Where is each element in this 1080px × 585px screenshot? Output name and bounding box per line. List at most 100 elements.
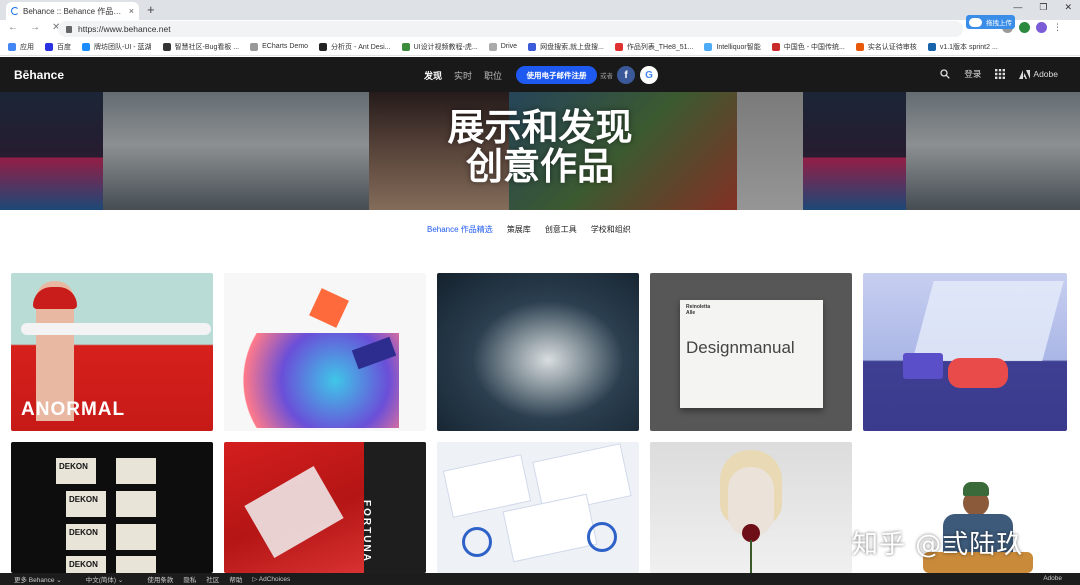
bookmark-favicon-icon xyxy=(528,42,537,51)
browser-tab[interactable]: Behance :: Behance 作品精选 × xyxy=(6,2,139,20)
footer-terms[interactable]: 使用条款 xyxy=(147,574,173,584)
upload-badge[interactable]: 拖拽上传 xyxy=(966,15,1015,29)
bookmark-favicon-icon xyxy=(250,42,259,51)
login-link[interactable]: 登录 xyxy=(964,68,981,80)
facebook-icon[interactable]: f xyxy=(617,66,635,84)
url-input[interactable]: https://www.behance.net xyxy=(58,21,963,37)
close-tab-icon[interactable]: × xyxy=(129,6,134,16)
behance-logo[interactable]: Bēhance xyxy=(14,68,64,82)
bookmark-item[interactable]: 百度 xyxy=(45,42,71,52)
logo-circle xyxy=(462,527,492,557)
dekon-label: DEKON xyxy=(69,528,98,537)
bookmark-favicon-icon xyxy=(162,42,171,51)
bookmark-label: 百度 xyxy=(57,43,71,51)
bookmark-item[interactable]: Intelliquor智能 xyxy=(704,42,761,52)
card-window xyxy=(912,281,1064,361)
bookmark-label: 分析页 - Ant Desi... xyxy=(331,43,391,51)
bookmark-label: 中国色 - 中国传统... xyxy=(783,43,845,51)
footer-help[interactable]: 帮助 xyxy=(229,574,242,584)
footer-privacy[interactable]: 隐私 xyxy=(183,574,196,584)
footer-adchoices[interactable]: ▷ AdChoices xyxy=(252,575,290,583)
email-signup-button[interactable]: 使用电子邮件注册 xyxy=(516,66,597,84)
bookmark-item[interactable]: ECharts Demo xyxy=(250,42,309,51)
card-shape xyxy=(309,288,349,328)
upload-badge-label: 拖拽上传 xyxy=(986,20,1012,27)
nav-discover[interactable]: 发现 xyxy=(424,69,442,82)
project-card[interactable] xyxy=(650,442,852,573)
dekon-label: DEKON xyxy=(69,560,98,569)
bookmark-label: UI设计视频教程-虎... xyxy=(413,43,478,51)
bookmark-label: Intelliquor智能 xyxy=(716,43,761,51)
nav-jobs[interactable]: 职位 xyxy=(484,69,502,82)
extension-icon[interactable] xyxy=(1019,22,1030,33)
tab-schools[interactable]: 学校和组织 xyxy=(591,224,631,235)
new-tab-button[interactable]: + xyxy=(147,2,155,17)
hero-title-line1: 展示和发现 xyxy=(447,106,633,149)
project-card[interactable] xyxy=(863,273,1067,431)
bookmark-label: 智慧社区-Bug看板 ... xyxy=(174,43,240,51)
bookmark-item[interactable]: 网盘搜索,就上盘搜... xyxy=(528,42,604,52)
card-fabric xyxy=(244,466,344,558)
behance-navbar: Bēhance 发现 实时 职位 使用电子邮件注册 或者 f G 登录 Adob… xyxy=(0,57,1080,92)
card-stripe xyxy=(21,323,211,335)
bookmark-favicon-icon xyxy=(45,42,53,51)
card-figure xyxy=(948,358,1008,388)
nav-live[interactable]: 实时 xyxy=(454,69,472,82)
google-icon[interactable]: G xyxy=(640,66,658,84)
bookmark-item[interactable]: 实名认证待审核 xyxy=(855,42,917,52)
dekon-label: DEKON xyxy=(69,495,98,504)
bookmark-label: ECharts Demo xyxy=(262,43,309,50)
bookmark-label: 应用 xyxy=(20,43,34,51)
bookmark-item[interactable]: 智慧社区-Bug看板 ... xyxy=(162,42,240,52)
project-card[interactable] xyxy=(224,273,426,431)
project-card[interactable] xyxy=(437,442,639,573)
apps-grid-icon[interactable] xyxy=(995,69,1006,79)
adobe-link[interactable]: Adobe xyxy=(1019,69,1058,79)
alle-label: Alle xyxy=(686,310,696,316)
dekon-card xyxy=(116,491,156,517)
search-icon[interactable] xyxy=(940,69,951,79)
bookmark-label: 实名认证待审核 xyxy=(867,43,917,51)
nav-right: 登录 Adobe xyxy=(940,68,1058,80)
bookmark-favicon-icon xyxy=(771,42,780,51)
back-arrow-icon[interactable]: ← xyxy=(8,22,18,33)
fortuna-label: FORTUNA xyxy=(361,500,372,563)
designmanual-label: Designmanual xyxy=(686,338,795,357)
nav-buttons: ← → ✕ xyxy=(8,22,60,33)
maximize-button[interactable]: ❐ xyxy=(1039,2,1047,13)
tab-curated[interactable]: 策展库 xyxy=(507,224,531,235)
project-card[interactable]: FORTUNA xyxy=(224,442,426,573)
profile-avatar-icon[interactable] xyxy=(1036,22,1047,33)
bookmark-item[interactable]: 作品列表_THe8_51... xyxy=(614,42,693,52)
window-controls: — ❐ ✕ xyxy=(1013,2,1072,13)
footer-bar: 更多 Behance ⌄ 中文(简体) ⌄ 使用条款 隐私 社区 帮助 ▷ Ad… xyxy=(0,573,1080,585)
main-nav-links: 发现 实时 职位 xyxy=(424,69,502,82)
bookmark-favicon-icon xyxy=(82,42,90,51)
bookmark-item[interactable]: Drive xyxy=(488,42,517,51)
bookmark-item[interactable]: 牌坊团队-UI - 蓝湖 xyxy=(82,42,152,52)
project-card[interactable] xyxy=(437,273,639,431)
menu-dots-icon[interactable]: ⋮ xyxy=(1053,22,1062,33)
cloud-icon xyxy=(969,17,982,27)
gallery-subnav: Behance 作品精选 策展库 创意工具 学校和组织 xyxy=(0,210,1080,248)
bookmark-item[interactable]: 分析页 - Ant Desi... xyxy=(319,42,391,52)
dekon-card xyxy=(116,556,156,573)
footer-language[interactable]: 中文(简体) ⌄ xyxy=(86,574,124,584)
footer-adobe[interactable]: Adobe xyxy=(1043,575,1062,582)
tab-creative-tools[interactable]: 创意工具 xyxy=(545,224,577,235)
bookmark-item[interactable]: UI设计视频教程-虎... xyxy=(401,42,478,52)
footer-community[interactable]: 社区 xyxy=(206,574,219,584)
bookmark-item[interactable]: 应用 xyxy=(8,42,34,52)
footer-more-behance[interactable]: 更多 Behance ⌄ xyxy=(14,574,62,584)
dekon-card xyxy=(116,458,156,484)
project-card[interactable]: DEKON DEKON DEKON DEKON xyxy=(11,442,213,573)
minimize-button[interactable]: — xyxy=(1013,2,1022,13)
forward-arrow-icon[interactable]: → xyxy=(30,22,40,33)
bookmark-favicon-icon xyxy=(401,42,410,51)
bookmark-item[interactable]: v1.1版本 sprint2 ... xyxy=(927,42,998,52)
project-card[interactable]: ANORMAL xyxy=(11,273,213,431)
bookmark-item[interactable]: 中国色 - 中国传统... xyxy=(771,42,845,52)
project-card[interactable]: Reinoletta Alle Designmanual xyxy=(650,273,852,431)
tab-featured[interactable]: Behance 作品精选 xyxy=(427,224,493,235)
close-window-button[interactable]: ✕ xyxy=(1064,2,1072,13)
